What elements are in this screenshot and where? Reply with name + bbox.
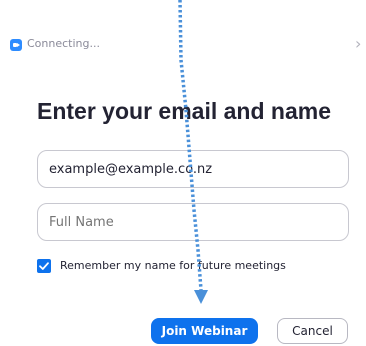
- chevron-right-icon[interactable]: ›: [355, 34, 361, 53]
- email-field[interactable]: [37, 150, 349, 188]
- full-name-field[interactable]: [37, 203, 349, 241]
- remember-name-checkbox[interactable]: [37, 259, 51, 273]
- checkmark-icon: [39, 262, 49, 270]
- join-webinar-button[interactable]: Join Webinar: [151, 318, 258, 344]
- title-bar: Connecting... ›: [0, 0, 366, 92]
- dialog-heading: Enter your email and name: [37, 98, 331, 124]
- cancel-button[interactable]: Cancel: [277, 318, 348, 344]
- zoom-camera-icon: [10, 39, 22, 51]
- remember-name-label: Remember my name for future meetings: [60, 259, 286, 272]
- connection-status: Connecting...: [27, 37, 100, 50]
